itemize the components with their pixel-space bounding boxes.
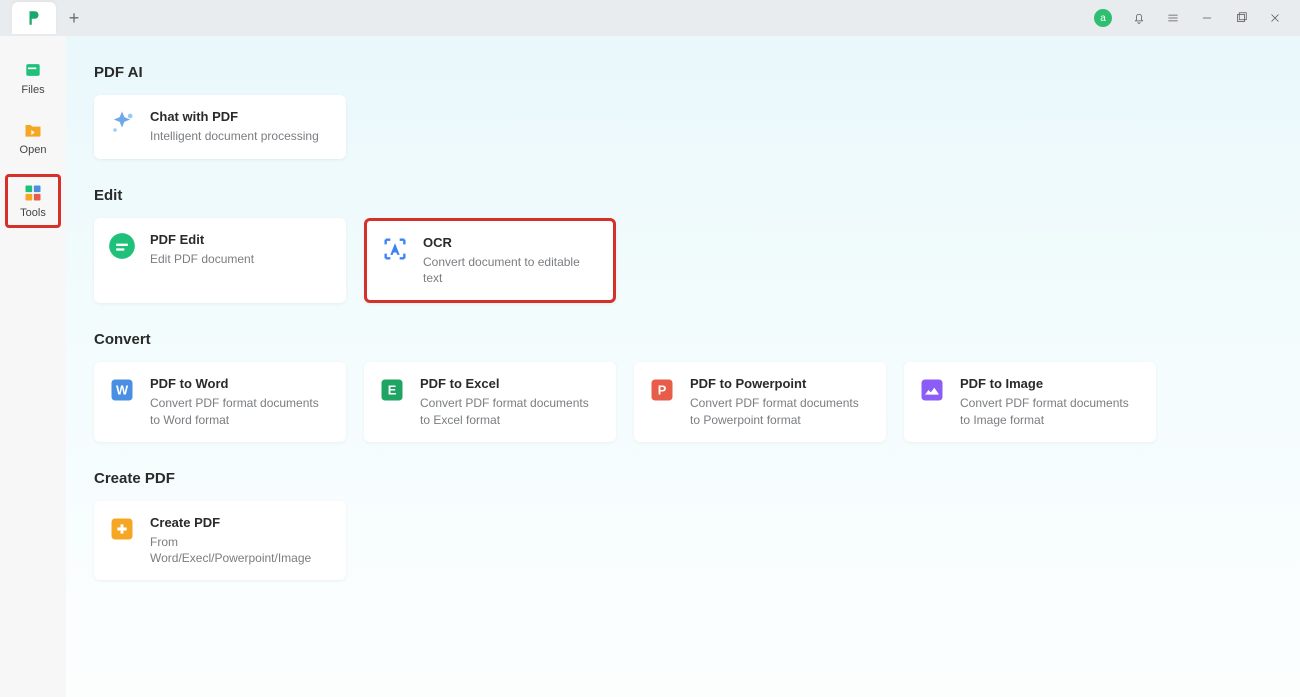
sidebar-item-label: Tools [20, 207, 46, 219]
card-desc: Convert PDF format documents to Word for… [150, 395, 332, 427]
create-pdf-icon [108, 515, 136, 543]
main-content: PDF AI Chat with PDF Intelligent documen… [66, 36, 1300, 697]
card-title: Create PDF [150, 515, 332, 530]
sidebar-item-label: Files [21, 84, 44, 96]
close-icon [1268, 11, 1282, 25]
open-icon [23, 120, 43, 140]
card-desc: Convert PDF format documents to Powerpoi… [690, 395, 872, 427]
card-pdf-to-excel[interactable]: E PDF to Excel Convert PDF format docume… [364, 362, 616, 441]
files-icon [23, 60, 43, 80]
card-title: PDF to Image [960, 376, 1142, 391]
powerpoint-icon: P [648, 376, 676, 404]
card-title: PDF to Powerpoint [690, 376, 872, 391]
bell-icon [1132, 11, 1146, 25]
sidebar-item-open[interactable]: Open [7, 114, 59, 162]
hamburger-icon [1166, 11, 1180, 25]
tools-icon [23, 183, 43, 203]
user-badge[interactable]: a [1088, 0, 1122, 36]
titlebar: + a [0, 0, 1300, 36]
minimize-button[interactable] [1190, 0, 1224, 36]
section-title-create: Create PDF [94, 470, 1272, 487]
app-logo-icon [25, 9, 43, 27]
card-desc: Convert PDF format documents to Image fo… [960, 395, 1142, 427]
sparkle-icon [108, 109, 136, 137]
maximize-icon [1234, 11, 1248, 25]
card-title: Chat with PDF [150, 109, 319, 124]
card-desc: Intelligent document processing [150, 128, 319, 144]
card-desc: Convert document to editable text [423, 254, 599, 286]
card-pdf-edit[interactable]: PDF Edit Edit PDF document [94, 218, 346, 303]
card-pdf-to-image[interactable]: PDF to Image Convert PDF format document… [904, 362, 1156, 441]
window-controls: a [1088, 0, 1300, 36]
sidebar: Files Open Tools [0, 36, 66, 697]
card-title: PDF to Word [150, 376, 332, 391]
image-icon [918, 376, 946, 404]
notifications-button[interactable] [1122, 0, 1156, 36]
card-create-pdf[interactable]: Create PDF From Word/Execl/Powerpoint/Im… [94, 501, 346, 580]
close-button[interactable] [1258, 0, 1292, 36]
menu-button[interactable] [1156, 0, 1190, 36]
svg-text:E: E [388, 383, 397, 398]
card-chat-with-pdf[interactable]: Chat with PDF Intelligent document proce… [94, 95, 346, 159]
sidebar-item-tools[interactable]: Tools [5, 174, 61, 228]
plus-icon: + [69, 8, 80, 29]
sidebar-item-files[interactable]: Files [7, 54, 59, 102]
card-title: PDF to Excel [420, 376, 602, 391]
ocr-icon [381, 235, 409, 263]
new-tab-button[interactable]: + [56, 2, 92, 34]
svg-text:P: P [658, 383, 667, 398]
maximize-button[interactable] [1224, 0, 1258, 36]
section-title-convert: Convert [94, 331, 1272, 348]
excel-icon: E [378, 376, 406, 404]
word-icon: W [108, 376, 136, 404]
card-pdf-to-word[interactable]: W PDF to Word Convert PDF format documen… [94, 362, 346, 441]
section-title-edit: Edit [94, 187, 1272, 204]
card-pdf-to-powerpoint[interactable]: P PDF to Powerpoint Convert PDF format d… [634, 362, 886, 441]
sidebar-item-label: Open [20, 144, 47, 156]
user-avatar-icon: a [1094, 9, 1112, 27]
card-title: PDF Edit [150, 232, 254, 247]
card-desc: Convert PDF format documents to Excel fo… [420, 395, 602, 427]
app-tab[interactable] [12, 2, 56, 34]
card-desc: From Word/Execl/Powerpoint/Image [150, 534, 332, 566]
pdf-edit-icon [108, 232, 136, 260]
svg-text:W: W [116, 383, 129, 398]
section-title-pdf-ai: PDF AI [94, 64, 1272, 81]
card-ocr[interactable]: OCR Convert document to editable text [364, 218, 616, 303]
card-desc: Edit PDF document [150, 251, 254, 267]
minimize-icon [1200, 11, 1214, 25]
card-title: OCR [423, 235, 599, 250]
